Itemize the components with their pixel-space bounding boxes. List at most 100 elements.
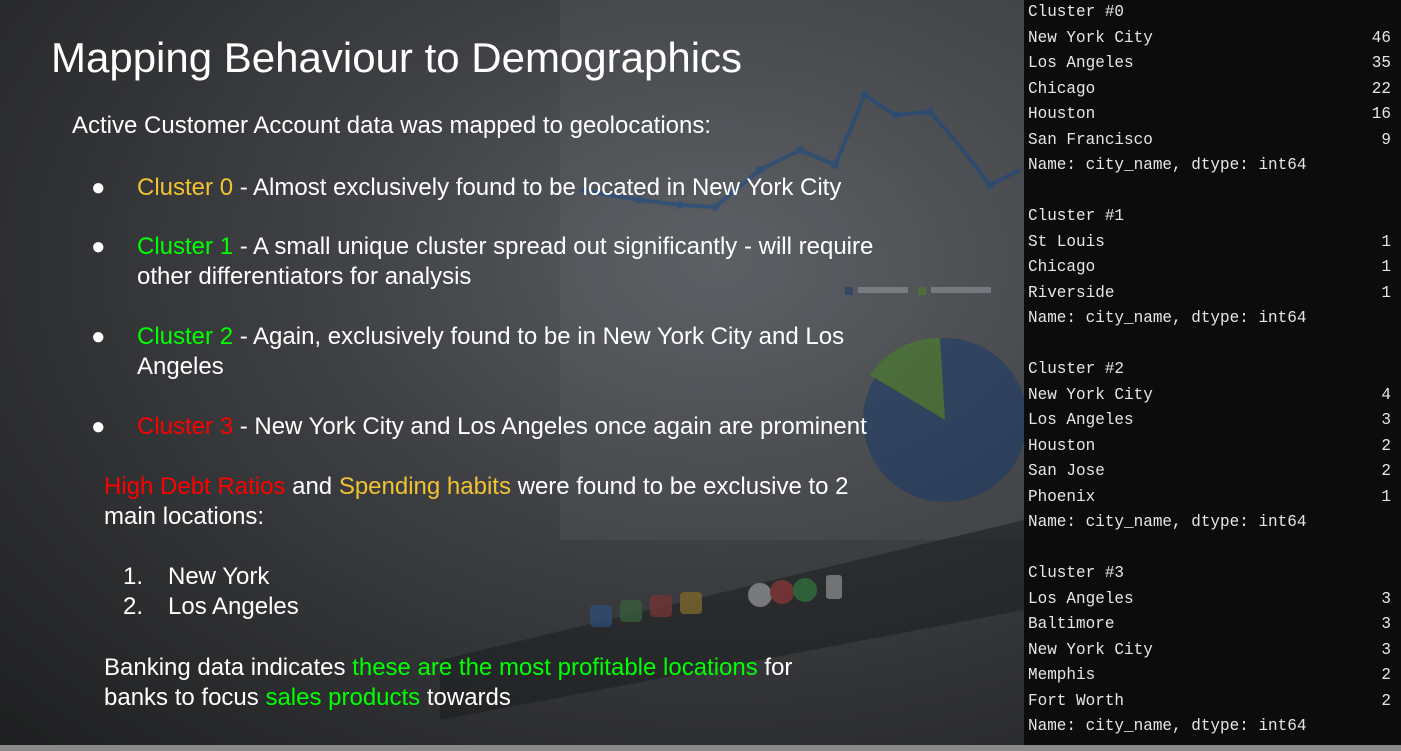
city-name: New York City bbox=[1028, 28, 1153, 47]
dtype-footer: Name: city_name, dtype: int64 bbox=[1028, 308, 1307, 328]
city-count: 16 bbox=[1371, 104, 1391, 124]
console-row: Los Angeles 3 bbox=[1024, 586, 1401, 613]
spending-habits-text: Spending habits bbox=[338, 473, 511, 500]
high-debt-ratios-text: High Debt Ratios bbox=[104, 473, 286, 500]
bullet-dot: ● bbox=[91, 174, 106, 201]
conclusion-part-1: Banking data indicates bbox=[104, 654, 353, 681]
cluster-header: Cluster #2 bbox=[1028, 359, 1125, 379]
cluster-1-label: Cluster 1 bbox=[137, 233, 234, 260]
city-name: Chicago bbox=[1028, 79, 1096, 98]
list-number: 2. bbox=[123, 593, 144, 620]
city-count: 1 bbox=[1381, 232, 1391, 251]
city-name: Fort Worth bbox=[1028, 691, 1125, 710]
city-name: Memphis bbox=[1028, 665, 1096, 685]
cluster-0-label: Cluster 0 bbox=[137, 174, 234, 201]
cluster-2-label: Cluster 2 bbox=[137, 323, 234, 350]
bottom-border bbox=[0, 745, 1401, 751]
console-row: Los Angeles 35 bbox=[1024, 50, 1401, 77]
city-name: Houston bbox=[1028, 104, 1096, 124]
cluster-2-description-cont: Angeles bbox=[137, 353, 224, 380]
console-row: New York City 46 bbox=[1024, 25, 1401, 52]
city-name: Riverside bbox=[1028, 283, 1115, 302]
conclusion-part-3: for bbox=[757, 654, 793, 681]
console-output-panel: Cluster #0 New York City 46 Los Angeles 35 Ch… bbox=[1024, 0, 1401, 751]
console-row: San Jose 2 bbox=[1024, 458, 1401, 485]
city-name: Houston bbox=[1028, 436, 1096, 455]
city-count: 35 bbox=[1371, 53, 1391, 73]
city-name: Los Angeles bbox=[1028, 589, 1134, 608]
slide-title: Mapping Behaviour to Demographics bbox=[51, 34, 743, 81]
city-count: 1 bbox=[1381, 257, 1391, 277]
console-row: Chicago 1 bbox=[1024, 254, 1401, 281]
cluster-2-description: - Again, exclusively found to be in New … bbox=[233, 323, 845, 350]
city-name: Los Angeles bbox=[1028, 410, 1134, 430]
cluster-header: Cluster #1 bbox=[1028, 206, 1125, 226]
city-name: Phoenix bbox=[1028, 487, 1096, 506]
locations-list: 1. New York 2. Los Angeles bbox=[123, 562, 299, 622]
city-count: 3 bbox=[1381, 589, 1391, 608]
city-name: San Francisco bbox=[1028, 130, 1153, 149]
location-name: Los Angeles bbox=[168, 593, 299, 620]
city-count: 46 bbox=[1371, 28, 1391, 47]
city-name: Los Angeles bbox=[1028, 53, 1134, 73]
console-row: Riverside 1 bbox=[1024, 280, 1401, 307]
console-row: New York City 4 bbox=[1024, 382, 1401, 409]
conclusion-paragraph: Banking data indicates these are the mos… bbox=[104, 653, 904, 713]
summary-line-2: main locations: bbox=[104, 503, 265, 530]
city-count: 2 bbox=[1381, 436, 1391, 455]
bullet-dot: ● bbox=[91, 413, 106, 440]
intro-text: Active Customer Account data was mapped … bbox=[72, 112, 712, 139]
console-row: New York City 3 bbox=[1024, 637, 1401, 664]
console-row: Fort Worth 2 bbox=[1024, 688, 1401, 715]
cluster-header: Cluster #3 bbox=[1028, 563, 1125, 583]
list-item: 1. New York bbox=[123, 562, 299, 592]
console-row: Houston 2 bbox=[1024, 433, 1401, 460]
city-name: Baltimore bbox=[1028, 614, 1115, 634]
conclusion-line2-part-3: towards bbox=[420, 684, 511, 711]
city-count: 1 bbox=[1381, 283, 1391, 302]
city-count: 4 bbox=[1381, 385, 1391, 404]
city-count: 3 bbox=[1381, 614, 1391, 634]
list-item: 2. Los Angeles bbox=[123, 592, 299, 622]
dtype-footer: Name: city_name, dtype: int64 bbox=[1028, 716, 1307, 736]
console-row: Houston 16 bbox=[1024, 101, 1401, 128]
city-count: 2 bbox=[1381, 461, 1391, 481]
city-name: San Jose bbox=[1028, 461, 1105, 481]
summary-rest: were found to be exclusive to 2 bbox=[510, 473, 849, 500]
console-row: Chicago 22 bbox=[1024, 76, 1401, 103]
console-row: Los Angeles 3 bbox=[1024, 407, 1401, 434]
sales-products-text: sales products bbox=[265, 684, 421, 711]
conclusion-line2-part-1: banks to focus bbox=[104, 684, 266, 711]
cluster-1-description-cont: other differentiators for analysis bbox=[137, 263, 472, 290]
cluster-1-description: - A small unique cluster spread out sign… bbox=[233, 233, 874, 260]
presentation-slide: Mapping Behaviour to Demographics Active… bbox=[0, 0, 1024, 751]
console-row: San Francisco 9 bbox=[1024, 127, 1401, 154]
location-name: New York bbox=[168, 563, 270, 590]
dtype-footer: Name: city_name, dtype: int64 bbox=[1028, 155, 1307, 175]
summary-connector: and bbox=[285, 473, 339, 500]
console-row: St Louis 1 bbox=[1024, 229, 1401, 256]
dtype-footer: Name: city_name, dtype: int64 bbox=[1028, 512, 1307, 532]
city-count: 9 bbox=[1381, 130, 1391, 149]
city-count: 3 bbox=[1381, 410, 1391, 430]
city-name: New York City bbox=[1028, 385, 1153, 404]
city-name: Chicago bbox=[1028, 257, 1096, 277]
console-row: Phoenix 1 bbox=[1024, 484, 1401, 511]
console-row: Memphis 2 bbox=[1024, 662, 1401, 689]
bullet-dot: ● bbox=[91, 233, 106, 260]
list-number: 1. bbox=[123, 563, 144, 590]
bullet-dot: ● bbox=[91, 323, 106, 350]
city-count: 1 bbox=[1381, 487, 1391, 506]
city-count: 22 bbox=[1371, 79, 1391, 98]
console-row: Baltimore 3 bbox=[1024, 611, 1401, 638]
profitable-locations-text: these are the most profitable locations bbox=[352, 654, 758, 681]
city-count: 2 bbox=[1381, 691, 1391, 710]
city-name: New York City bbox=[1028, 640, 1153, 659]
cluster-header: Cluster #0 bbox=[1028, 2, 1125, 22]
city-count: 2 bbox=[1381, 665, 1391, 685]
summary-paragraph: High Debt Ratios and Spending habits wer… bbox=[104, 472, 904, 532]
cluster-3-description: - New York City and Los Angeles once aga… bbox=[233, 413, 867, 440]
